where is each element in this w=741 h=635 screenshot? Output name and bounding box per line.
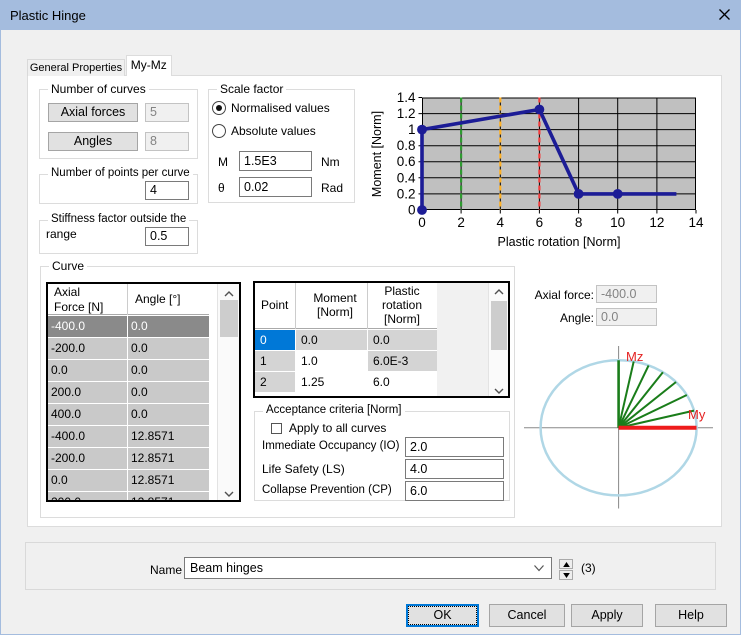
svg-text:1.2: 1.2: [397, 106, 416, 121]
svg-text:14: 14: [688, 215, 704, 230]
svg-text:Mz: Mz: [626, 349, 643, 364]
svg-text:12: 12: [649, 215, 664, 230]
svg-text:1.4: 1.4: [397, 90, 416, 105]
svg-text:2: 2: [457, 215, 465, 230]
svg-text:4: 4: [497, 215, 505, 230]
svg-text:0: 0: [408, 203, 416, 218]
svg-text:0.2: 0.2: [397, 186, 416, 201]
svg-text:6: 6: [536, 215, 544, 230]
svg-text:My: My: [688, 407, 706, 422]
svg-text:0.6: 0.6: [397, 154, 416, 169]
svg-text:1: 1: [408, 122, 416, 137]
svg-text:0: 0: [418, 215, 426, 230]
svg-text:Moment [Norm]: Moment [Norm]: [371, 111, 384, 197]
svg-text:Plastic rotation [Norm]: Plastic rotation [Norm]: [498, 235, 621, 249]
svg-text:0.4: 0.4: [397, 170, 416, 185]
svg-text:8: 8: [575, 215, 583, 230]
svg-text:0.8: 0.8: [397, 138, 416, 153]
svg-text:10: 10: [610, 215, 625, 230]
